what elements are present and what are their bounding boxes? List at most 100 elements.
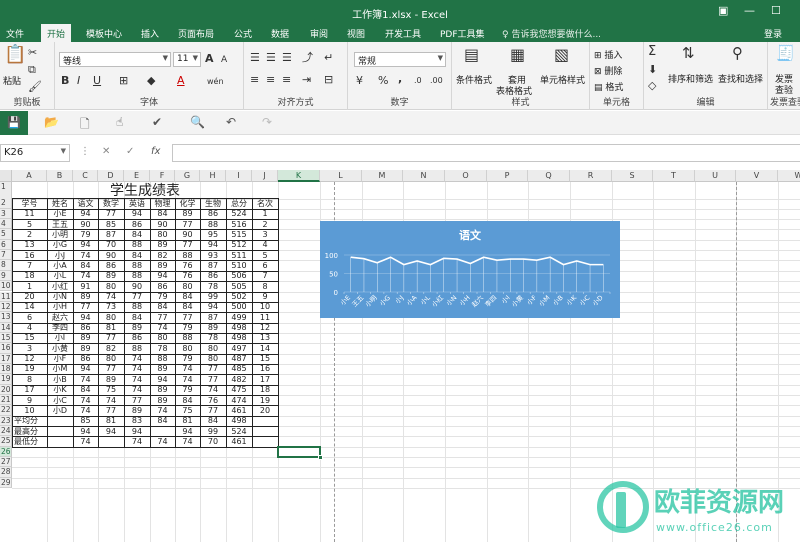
data-cell[interactable]: 498: [226, 323, 252, 333]
header-cell[interactable]: 数学: [98, 199, 124, 209]
copy-icon[interactable]: ⧉: [28, 63, 36, 77]
data-cell[interactable]: 88: [175, 333, 200, 343]
data-cell[interactable]: 88: [124, 344, 150, 354]
data-cell[interactable]: 1: [252, 209, 278, 219]
align-bottom-icon[interactable]: ☰: [282, 51, 292, 65]
open-folder-icon[interactable]: 📂: [44, 115, 59, 129]
data-cell[interactable]: 10: [252, 302, 278, 312]
align-right-icon[interactable]: ≡: [282, 73, 291, 87]
row-header-21[interactable]: 21: [0, 395, 12, 406]
data-cell[interactable]: 12: [252, 323, 278, 333]
data-cell[interactable]: 80: [175, 344, 200, 354]
data-cell[interactable]: 86: [124, 220, 150, 230]
name-box[interactable]: K26 ▼: [0, 144, 70, 162]
sort-filter-label[interactable]: 排序和筛选: [668, 72, 713, 85]
data-cell[interactable]: 485: [226, 364, 252, 374]
formula-input[interactable]: [172, 144, 800, 162]
data-cell[interactable]: 74: [73, 271, 98, 281]
data-cell[interactable]: 10: [12, 406, 47, 416]
column-header-i[interactable]: I: [226, 170, 252, 182]
column-header-s[interactable]: S: [612, 170, 653, 182]
data-cell[interactable]: 90: [124, 282, 150, 292]
data-cell[interactable]: 86: [150, 282, 175, 292]
data-cell[interactable]: 84: [175, 302, 200, 312]
summary-cell[interactable]: 70: [200, 437, 226, 447]
summary-label-cell[interactable]: 最高分: [12, 427, 47, 437]
data-cell[interactable]: 李四: [47, 323, 73, 333]
data-cell[interactable]: 80: [98, 354, 124, 364]
cell-styles-label[interactable]: 单元格样式: [540, 73, 585, 86]
column-header-l[interactable]: L: [320, 170, 362, 182]
data-cell[interactable]: 511: [226, 251, 252, 261]
data-cell[interactable]: 94: [73, 209, 98, 219]
data-cell[interactable]: 80: [200, 354, 226, 364]
data-cell[interactable]: 86: [200, 209, 226, 219]
column-header-c[interactable]: C: [73, 170, 98, 182]
header-cell[interactable]: 学号: [12, 199, 47, 209]
conditional-format-label[interactable]: 条件格式: [456, 73, 492, 86]
format-as-table-icon[interactable]: ▦: [510, 47, 525, 63]
column-header-w[interactable]: W: [778, 170, 800, 182]
data-cell[interactable]: 94: [150, 375, 175, 385]
data-cell[interactable]: 小K: [47, 385, 73, 395]
data-cell[interactable]: 95: [200, 230, 226, 240]
row-header-7[interactable]: 7: [0, 250, 12, 261]
data-cell[interactable]: 77: [98, 333, 124, 343]
data-cell[interactable]: 9: [12, 396, 47, 406]
data-cell[interactable]: 89: [98, 375, 124, 385]
data-cell[interactable]: 86: [73, 354, 98, 364]
data-cell[interactable]: 87: [98, 230, 124, 240]
data-cell[interactable]: 3: [12, 344, 47, 354]
data-cell[interactable]: 89: [124, 323, 150, 333]
touch-mode-icon[interactable]: ☝: [116, 115, 123, 129]
data-cell[interactable]: 89: [150, 396, 175, 406]
data-cell[interactable]: 74: [73, 251, 98, 261]
underline-button[interactable]: U: [93, 74, 101, 88]
column-header-q[interactable]: Q: [528, 170, 570, 182]
data-cell[interactable]: 80: [175, 282, 200, 292]
tab-file[interactable]: 文件: [6, 27, 24, 40]
data-cell[interactable]: 515: [226, 230, 252, 240]
tab-template[interactable]: 模板中心: [86, 27, 122, 40]
data-cell[interactable]: 89: [150, 385, 175, 395]
tab-review[interactable]: 审阅: [310, 27, 328, 40]
header-cell[interactable]: 英语: [124, 199, 150, 209]
row-header-11[interactable]: 11: [0, 291, 12, 302]
maximize-icon[interactable]: ☐: [771, 4, 781, 17]
tab-data[interactable]: 数据: [271, 27, 289, 40]
tab-view[interactable]: 视图: [347, 27, 365, 40]
row-header-24[interactable]: 24: [0, 426, 12, 437]
data-cell[interactable]: 77: [124, 292, 150, 302]
shrink-font-button[interactable]: A: [221, 53, 227, 67]
data-cell[interactable]: 8: [12, 375, 47, 385]
row-header-27[interactable]: 27: [0, 457, 12, 468]
row-header-29[interactable]: 29: [0, 477, 12, 489]
data-cell[interactable]: 78: [200, 333, 226, 343]
summary-label-cell[interactable]: 最低分: [12, 437, 47, 447]
data-cell[interactable]: 11: [12, 209, 47, 219]
data-cell[interactable]: 80: [98, 313, 124, 323]
data-cell[interactable]: 77: [98, 406, 124, 416]
data-cell[interactable]: 77: [200, 364, 226, 374]
data-cell[interactable]: 99: [200, 292, 226, 302]
find-select-icon[interactable]: ⚲: [732, 46, 743, 61]
data-cell[interactable]: 74: [73, 375, 98, 385]
fill-handle[interactable]: [318, 455, 323, 461]
header-cell[interactable]: 名次: [252, 199, 278, 209]
data-cell[interactable]: 86: [73, 323, 98, 333]
row-header-12[interactable]: 12: [0, 301, 12, 313]
data-cell[interactable]: 小G: [47, 240, 73, 250]
data-cell[interactable]: 505: [226, 282, 252, 292]
data-cell[interactable]: 81: [98, 323, 124, 333]
save-icon[interactable]: 💾: [0, 111, 28, 135]
font-color-button[interactable]: A: [177, 74, 185, 88]
data-cell[interactable]: 500: [226, 302, 252, 312]
data-cell[interactable]: 516: [226, 220, 252, 230]
tab-home[interactable]: 开始: [41, 24, 72, 42]
data-cell[interactable]: 89: [150, 364, 175, 374]
data-cell[interactable]: 73: [98, 302, 124, 312]
data-cell[interactable]: 小I: [47, 333, 73, 343]
data-cell[interactable]: 76: [175, 271, 200, 281]
sort-filter-icon[interactable]: ⇅: [682, 46, 695, 61]
summary-cell[interactable]: 74: [175, 437, 200, 447]
